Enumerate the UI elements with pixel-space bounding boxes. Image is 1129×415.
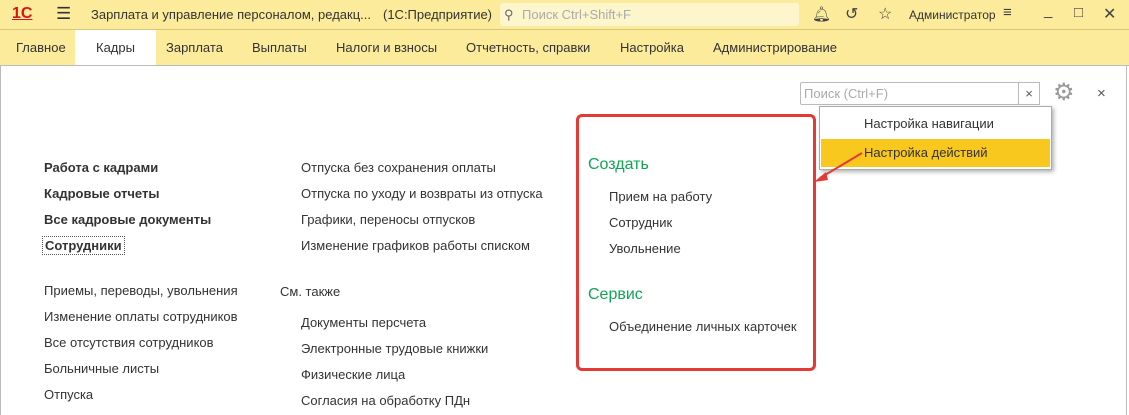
service-heading: Сервис xyxy=(588,286,643,303)
link-pay-changes[interactable]: Изменение оплаты сотрудников xyxy=(44,309,238,324)
hamburger-menu-icon[interactable]: ☰ xyxy=(56,4,71,24)
tab-reports[interactable]: Отчетность, справки xyxy=(450,30,606,65)
create-employee[interactable]: Сотрудник xyxy=(609,215,672,230)
link-hr-reports[interactable]: Кадровые отчеты xyxy=(44,186,159,201)
link-vacations[interactable]: Отпуска xyxy=(44,387,93,402)
maximize-icon[interactable]: □ xyxy=(1074,4,1083,21)
menu-item-navigation-settings[interactable]: Настройка навигации xyxy=(820,111,1051,137)
link-work-schedule-changes[interactable]: Изменение графиков работы списком xyxy=(301,238,530,253)
link-vacation-schedules[interactable]: Графики, переносы отпусков xyxy=(301,212,475,227)
1c-logo[interactable]: 1С xyxy=(12,5,32,23)
link-electronic-workbooks[interactable]: Электронные трудовые книжки xyxy=(301,341,488,356)
tab-main[interactable]: Главное xyxy=(0,30,82,65)
create-dismissal[interactable]: Увольнение xyxy=(609,241,681,256)
global-search-input[interactable]: ⚲ Поиск Ctrl+Shift+F xyxy=(500,3,799,26)
service-merge-cards[interactable]: Объединение личных карточек xyxy=(609,319,797,334)
link-parental-leave[interactable]: Отпуска по уходу и возвраты из отпуска xyxy=(301,186,543,201)
star-icon[interactable]: ☆ xyxy=(878,4,892,24)
link-recalc-documents[interactable]: Документы персчета xyxy=(301,315,426,330)
history-icon[interactable]: ↺ xyxy=(845,4,858,24)
link-hires-transfers[interactable]: Приемы, переводы, увольнения xyxy=(44,283,238,298)
link-individuals[interactable]: Физические лица xyxy=(301,367,405,382)
minimize-icon[interactable]: _ xyxy=(1044,2,1052,19)
link-absences[interactable]: Все отсутствия сотрудников xyxy=(44,335,214,350)
tab-settings[interactable]: Настройка xyxy=(604,30,700,65)
tab-taxes[interactable]: Налоги и взносы xyxy=(320,30,453,65)
search-input[interactable]: Поиск (Ctrl+F) xyxy=(800,82,1019,105)
tab-payments[interactable]: Выплаты xyxy=(236,30,323,65)
annotation-arrow xyxy=(814,152,863,182)
platform-label: (1С:Предприятие) xyxy=(383,7,493,22)
tab-salary[interactable]: Зарплата xyxy=(150,30,239,65)
user-name[interactable]: Администратор xyxy=(909,8,996,22)
search-clear-button[interactable]: × xyxy=(1018,82,1040,105)
link-sick-leaves[interactable]: Больничные листы xyxy=(44,361,159,376)
create-hire[interactable]: Прием на работу xyxy=(609,189,712,204)
tab-administration[interactable]: Администрирование xyxy=(697,30,853,65)
see-also-heading: См. также xyxy=(280,284,341,299)
global-search-placeholder: Поиск Ctrl+Shift+F xyxy=(522,7,631,22)
link-pd-consents[interactable]: Согласия на обработку ПДн xyxy=(301,393,470,408)
create-heading: Создать xyxy=(588,156,649,173)
gear-icon[interactable]: ⚙ xyxy=(1053,78,1075,107)
section-menu: Главное Кадры Зарплата Выплаты Налоги и … xyxy=(0,30,1129,66)
settings-menu-icon[interactable]: ≡ xyxy=(1003,4,1012,21)
search-icon: ⚲ xyxy=(504,7,514,22)
link-hr-work[interactable]: Работа с кадрами xyxy=(44,160,158,175)
window-title: Зарплата и управление персоналом, редакц… xyxy=(91,7,371,22)
link-unpaid-leave[interactable]: Отпуска без сохранения оплаты xyxy=(301,160,496,175)
tab-hr[interactable]: Кадры xyxy=(75,30,156,65)
close-panel-button[interactable]: × xyxy=(1097,85,1106,102)
link-employees[interactable]: Сотрудники xyxy=(42,236,125,255)
bell-icon[interactable]: 🔔︎ xyxy=(812,5,831,23)
close-window-icon[interactable]: ✕ xyxy=(1103,4,1116,24)
title-bar: 1С ☰ Зарплата и управление персоналом, р… xyxy=(0,0,1129,30)
link-all-hr-documents[interactable]: Все кадровые документы xyxy=(44,212,211,227)
